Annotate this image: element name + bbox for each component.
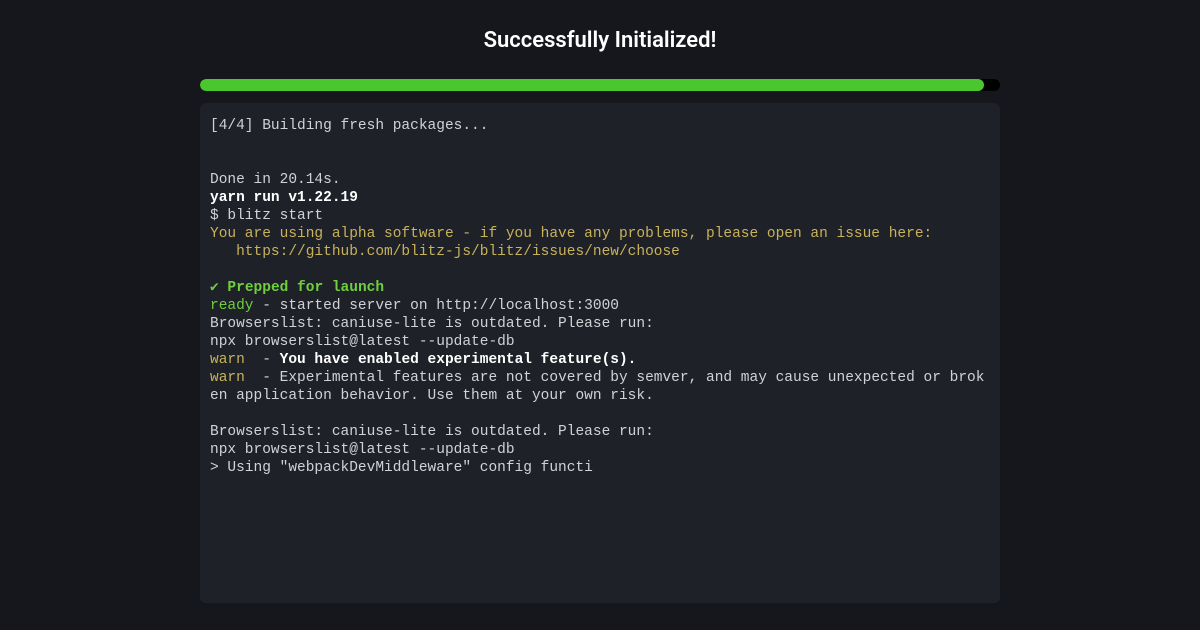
terminal-ready-rest: - started server on http://localhost:300… xyxy=(254,298,619,314)
terminal-step: [4/4] Building fresh packages... xyxy=(210,118,488,134)
terminal-ready-label: ready xyxy=(210,298,254,314)
terminal-warn1-bold: You have enabled experimental feature(s)… xyxy=(280,352,637,368)
progress-fill xyxy=(200,79,984,91)
app-container: Successfully Initialized! [4/4] Building… xyxy=(200,0,1000,603)
terminal-browserslist-2: Browserslist: caniuse-lite is outdated. … xyxy=(210,424,654,458)
terminal-webpack: > Using "webpackDevMiddleware" config fu… xyxy=(210,460,593,476)
terminal-warn1-dash: - xyxy=(245,352,280,368)
terminal-yarn-version: yarn run v1.22.19 xyxy=(210,190,358,206)
terminal-browserslist-1: Browserslist: caniuse-lite is outdated. … xyxy=(210,316,654,350)
terminal-alpha-warning: You are using alpha software - if you ha… xyxy=(210,226,932,260)
terminal-done: Done in 20.14s. xyxy=(210,172,341,188)
terminal-warn-label-1: warn xyxy=(210,352,245,368)
terminal-output[interactable]: [4/4] Building fresh packages... Done in… xyxy=(200,103,1000,603)
page-title: Successfully Initialized! xyxy=(200,28,1000,53)
terminal-warn2-rest: - Experimental features are not covered … xyxy=(210,370,984,404)
terminal-blitz-start: $ blitz start xyxy=(210,208,323,224)
progress-bar xyxy=(200,79,1000,91)
check-icon: ✔ xyxy=(210,280,219,296)
terminal-warn-label-2: warn xyxy=(210,370,245,386)
terminal-prepped: Prepped for launch xyxy=(219,280,384,296)
